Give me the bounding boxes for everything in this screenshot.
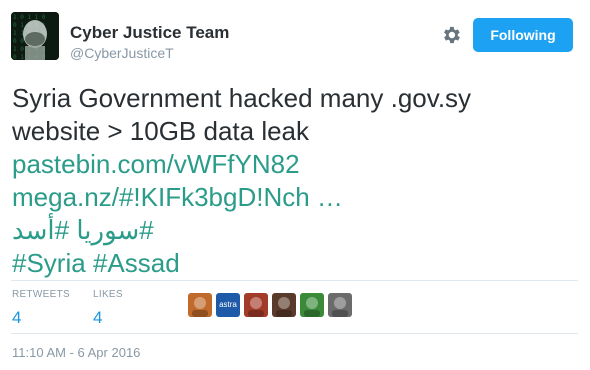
hashtag-assad[interactable]: #Assad bbox=[93, 248, 180, 278]
svg-text:1 0 1 1 0: 1 0 1 1 0 bbox=[13, 14, 46, 21]
divider-bottom bbox=[11, 333, 578, 334]
author-handle[interactable]: @CyberJusticeT bbox=[70, 45, 174, 61]
retweets-count[interactable]: 4 bbox=[12, 308, 70, 328]
liker-avatar-text: astra bbox=[219, 300, 237, 309]
following-button[interactable]: Following bbox=[473, 18, 573, 52]
liker-avatar-1[interactable] bbox=[188, 293, 212, 317]
liker-avatar-3[interactable] bbox=[244, 293, 268, 317]
hashtag-syria[interactable]: #Syria bbox=[12, 248, 86, 278]
liker-avatar-2[interactable]: astra bbox=[216, 293, 240, 317]
author-name[interactable]: Cyber Justice Team bbox=[70, 23, 229, 43]
likes-label: LIKES bbox=[93, 289, 123, 300]
divider-top bbox=[11, 280, 578, 281]
mega-link[interactable]: mega.nz/#!KIFk3bgD!Nch … bbox=[12, 182, 343, 212]
tweet-timestamp[interactable]: 11:10 AM - 6 Apr 2016 bbox=[12, 345, 140, 360]
retweets-stat[interactable]: RETWEETS 4 bbox=[12, 289, 70, 328]
likes-stat[interactable]: LIKES 4 bbox=[93, 289, 123, 328]
pastebin-link[interactable]: pastebin.com/vWFfYN82 bbox=[12, 149, 300, 179]
tweet-line-1: Syria Government hacked many .gov.sy bbox=[12, 83, 472, 113]
gear-icon[interactable] bbox=[440, 24, 462, 46]
tweet-line-2: website > 10GB data leak bbox=[12, 116, 310, 146]
liker-avatar-6[interactable] bbox=[328, 293, 352, 317]
liker-avatar-5[interactable] bbox=[300, 293, 324, 317]
hashtag-assad-arabic[interactable]: #أسد bbox=[12, 215, 69, 245]
retweets-label: RETWEETS bbox=[12, 289, 70, 300]
likers-avatars: astra bbox=[188, 293, 352, 319]
hashtag-syria-arabic[interactable]: #سوريا bbox=[76, 215, 153, 245]
author-avatar[interactable]: 1 0 1 1 0 0 1 0 1 1 1 1 0 0 1 0 0 1 1 0 … bbox=[11, 12, 59, 60]
liker-avatar-4[interactable] bbox=[272, 293, 296, 317]
tweet-text: Syria Government hacked many .gov.sy web… bbox=[12, 82, 582, 280]
likes-count[interactable]: 4 bbox=[93, 308, 123, 328]
